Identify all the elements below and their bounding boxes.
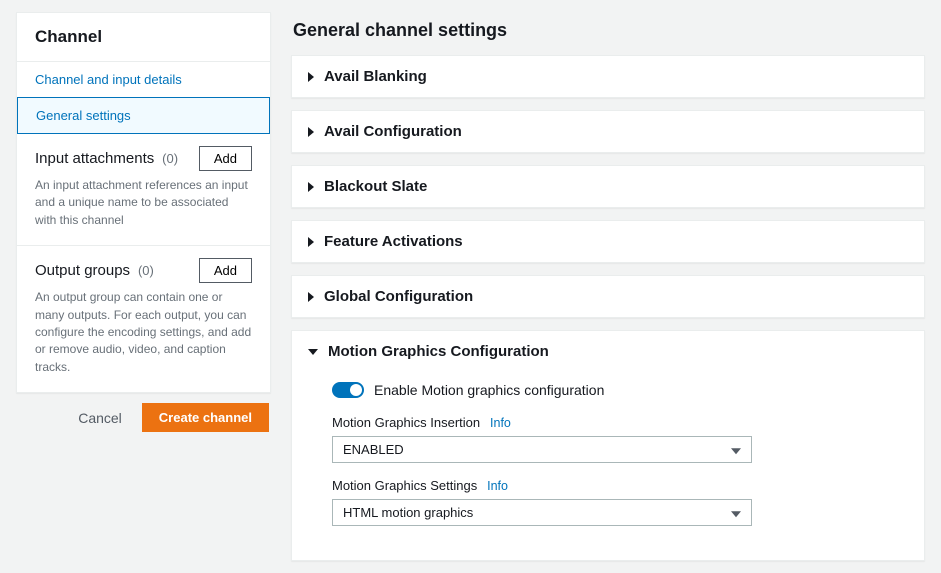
output-groups-section: Output groups (0) Add An output group ca… <box>17 245 270 392</box>
avail-blanking-panel: Avail Blanking <box>291 55 925 98</box>
cancel-button[interactable]: Cancel <box>64 404 136 432</box>
feature-activations-panel: Feature Activations <box>291 220 925 263</box>
nav-channel-details[interactable]: Channel and input details <box>17 62 270 98</box>
blackout-slate-panel: Blackout Slate <box>291 165 925 208</box>
output-groups-count: (0) <box>138 263 154 278</box>
motion-settings-label: Motion Graphics Settings <box>332 478 477 493</box>
motion-graphics-body: Enable Motion graphics configuration Mot… <box>292 372 924 560</box>
global-config-header[interactable]: Global Configuration <box>292 276 924 317</box>
sidebar-panel: Channel Channel and input details Genera… <box>16 12 271 393</box>
avail-config-title: Avail Configuration <box>324 123 462 140</box>
blackout-slate-header[interactable]: Blackout Slate <box>292 166 924 207</box>
avail-blanking-header[interactable]: Avail Blanking <box>292 56 924 97</box>
input-attachments-desc: An input attachment references an input … <box>35 177 252 229</box>
avail-config-panel: Avail Configuration <box>291 110 925 153</box>
avail-config-header[interactable]: Avail Configuration <box>292 111 924 152</box>
global-config-panel: Global Configuration <box>291 275 925 318</box>
input-attachments-title: Input attachments <box>35 150 154 167</box>
output-groups-desc: An output group can contain one or many … <box>35 289 252 376</box>
motion-insertion-label: Motion Graphics Insertion <box>332 415 480 430</box>
caret-right-icon <box>308 72 314 82</box>
motion-graphics-header[interactable]: Motion Graphics Configuration <box>292 331 924 372</box>
output-groups-title: Output groups <box>35 262 130 279</box>
caret-right-icon <box>308 127 314 137</box>
add-output-button[interactable]: Add <box>199 258 252 283</box>
input-attachments-section: Input attachments (0) Add An input attac… <box>17 133 270 245</box>
motion-insertion-select[interactable]: ENABLED <box>332 436 752 463</box>
input-attachments-count: (0) <box>162 151 178 166</box>
motion-insertion-value: ENABLED <box>343 442 404 457</box>
global-config-title: Global Configuration <box>324 288 473 305</box>
motion-graphics-toggle-label: Enable Motion graphics configuration <box>374 382 604 398</box>
motion-graphics-toggle[interactable] <box>332 382 364 398</box>
motion-insertion-info-link[interactable]: Info <box>490 416 511 430</box>
motion-graphics-panel: Motion Graphics Configuration Enable Mot… <box>291 330 925 561</box>
motion-graphics-title: Motion Graphics Configuration <box>328 343 549 360</box>
nav-general-settings[interactable]: General settings <box>17 97 270 134</box>
motion-settings-info-link[interactable]: Info <box>487 479 508 493</box>
caret-right-icon <box>308 182 314 192</box>
page-title: General channel settings <box>291 12 925 55</box>
blackout-slate-title: Blackout Slate <box>324 178 427 195</box>
motion-settings-select[interactable]: HTML motion graphics <box>332 499 752 526</box>
avail-blanking-title: Avail Blanking <box>324 68 427 85</box>
add-input-button[interactable]: Add <box>199 146 252 171</box>
caret-right-icon <box>308 237 314 247</box>
feature-activations-title: Feature Activations <box>324 233 463 250</box>
sidebar-title: Channel <box>17 13 270 62</box>
feature-activations-header[interactable]: Feature Activations <box>292 221 924 262</box>
sidebar-actions: Cancel Create channel <box>16 393 271 442</box>
motion-settings-value: HTML motion graphics <box>343 505 473 520</box>
create-channel-button[interactable]: Create channel <box>142 403 269 432</box>
caret-right-icon <box>308 292 314 302</box>
caret-down-icon <box>308 349 318 355</box>
